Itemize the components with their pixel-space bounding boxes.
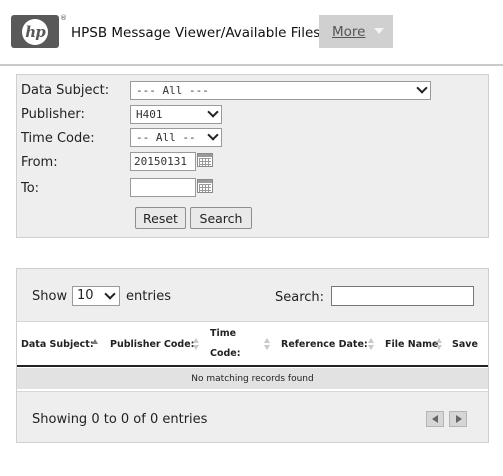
header-divider bbox=[0, 64, 503, 66]
time-code-select[interactable]: -- All -- bbox=[130, 128, 222, 147]
table-search-label: Search: bbox=[275, 290, 325, 305]
data-subject-select[interactable]: --- All --- bbox=[130, 81, 431, 100]
data-subject-label: Data Subject: bbox=[21, 83, 110, 98]
entries-label: entries bbox=[126, 289, 172, 304]
table-footer: Showing 0 to 0 of 0 entries bbox=[17, 391, 488, 442]
table-toolbar: Show 10 entries Search: bbox=[17, 269, 488, 322]
show-label: Show bbox=[32, 289, 68, 304]
sort-asc-icon bbox=[368, 338, 374, 343]
more-menu-button[interactable]: More bbox=[319, 15, 393, 48]
col-reference-date[interactable]: Reference Date: bbox=[281, 334, 368, 355]
arrow-right-icon bbox=[456, 415, 462, 423]
hp-logo-mark: hp bbox=[22, 18, 48, 45]
from-label: From: bbox=[21, 155, 58, 170]
arrow-left-icon bbox=[432, 415, 438, 423]
caret-down-icon bbox=[374, 28, 384, 34]
col-time-code-line2[interactable]: Code: bbox=[210, 343, 241, 364]
to-date-input[interactable] bbox=[130, 178, 196, 197]
app-header: hp ® HPSB Message Viewer/Available Files… bbox=[0, 0, 503, 64]
page-length-value: 10 bbox=[77, 288, 94, 303]
col-save: Save bbox=[452, 339, 478, 350]
calendar-icon[interactable] bbox=[197, 153, 213, 167]
sort-asc-icon bbox=[92, 339, 98, 344]
registered-mark: ® bbox=[60, 14, 67, 22]
empty-table-message: No matching records found bbox=[17, 368, 488, 389]
time-code-label: Time Code: bbox=[21, 131, 95, 146]
previous-page-button[interactable] bbox=[426, 411, 444, 427]
sort-desc-icon bbox=[368, 345, 374, 350]
from-date-input[interactable]: 20150131 bbox=[130, 152, 196, 171]
sort-desc-icon bbox=[193, 345, 199, 350]
more-menu-label: More bbox=[332, 23, 366, 40]
results-table-panel: Show 10 entries Search: Data Subject: Pu… bbox=[16, 268, 489, 443]
table-info: Showing 0 to 0 of 0 entries bbox=[32, 412, 208, 427]
hp-logo[interactable]: hp bbox=[11, 15, 59, 48]
chevron-down-icon bbox=[104, 288, 116, 300]
sort-desc-icon bbox=[436, 345, 442, 350]
sort-desc-icon bbox=[264, 345, 270, 350]
col-file-name[interactable]: File Name bbox=[385, 334, 438, 355]
sort-asc-icon bbox=[436, 338, 442, 343]
publisher-value: H401 bbox=[136, 108, 163, 121]
page-length-select[interactable]: 10 bbox=[72, 286, 120, 306]
table-header: Data Subject: Publisher Code: Time Code:… bbox=[17, 323, 488, 367]
publisher-select[interactable]: H401 bbox=[130, 105, 222, 124]
to-label: To: bbox=[21, 181, 40, 196]
chevron-down-icon bbox=[207, 129, 219, 141]
chevron-down-icon bbox=[416, 82, 428, 94]
data-subject-value: --- All --- bbox=[136, 84, 209, 97]
time-code-value: -- All -- bbox=[136, 131, 196, 144]
sort-asc-icon bbox=[264, 338, 270, 343]
calendar-icon[interactable] bbox=[197, 179, 213, 193]
col-time-code-line1[interactable]: Time bbox=[210, 323, 236, 344]
search-button[interactable]: Search bbox=[190, 207, 252, 229]
sort-asc-icon bbox=[193, 338, 199, 343]
col-publisher-code[interactable]: Publisher Code: bbox=[110, 334, 194, 355]
table-search-input[interactable] bbox=[331, 286, 474, 306]
filter-panel: Data Subject: --- All --- Publisher: H40… bbox=[16, 74, 489, 238]
page-title: HPSB Message Viewer/Available Files bbox=[71, 25, 321, 41]
next-page-button[interactable] bbox=[449, 411, 467, 427]
col-data-subject[interactable]: Data Subject: bbox=[21, 334, 94, 355]
reset-button[interactable]: Reset bbox=[135, 207, 186, 229]
publisher-label: Publisher: bbox=[21, 107, 85, 122]
chevron-down-icon bbox=[207, 106, 219, 118]
